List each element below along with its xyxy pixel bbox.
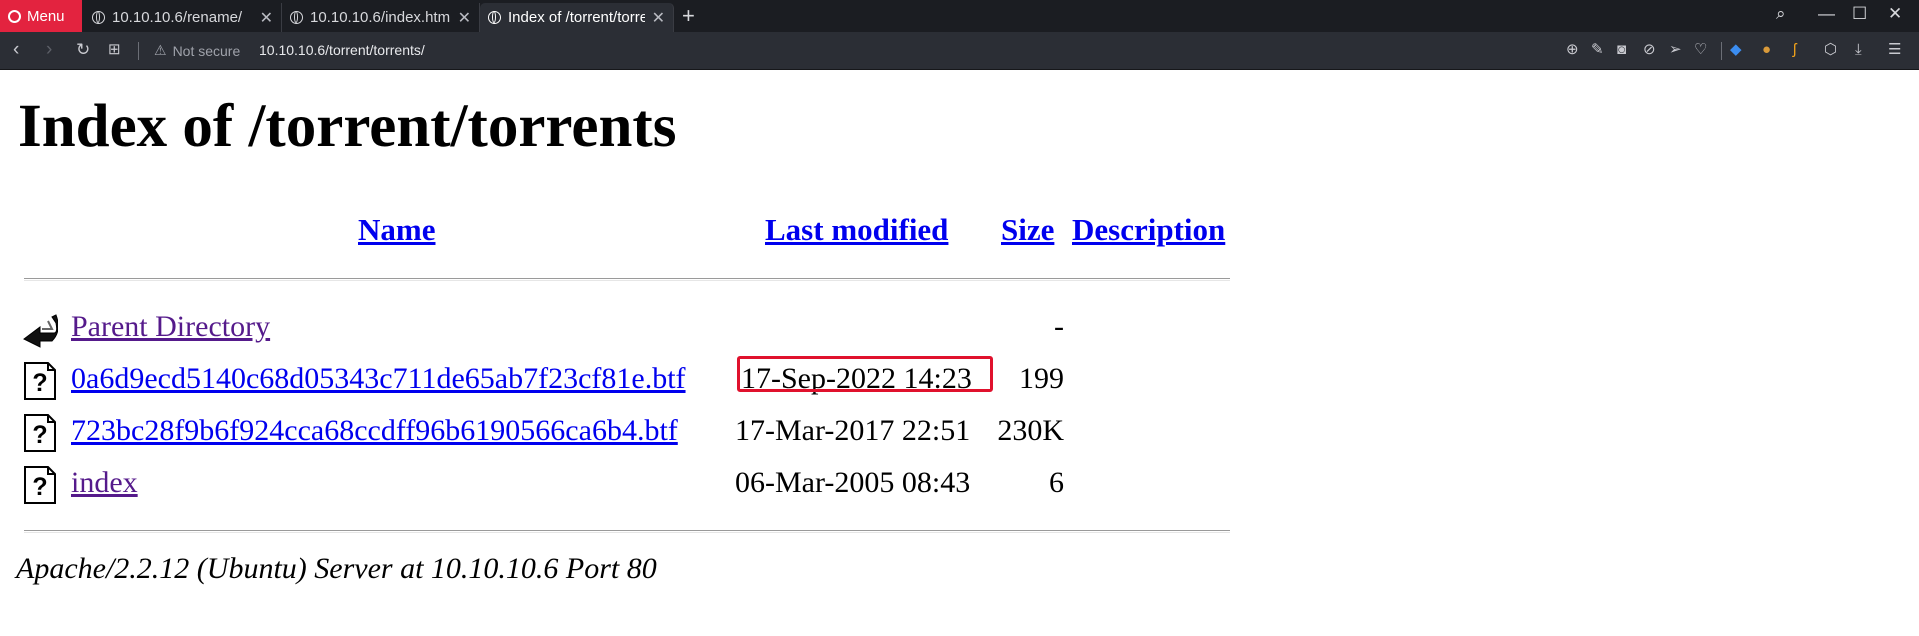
sort-by-description-link[interactable]: Description (1072, 212, 1225, 247)
unknown-file-icon: ? (24, 414, 56, 452)
highlight-annotation (737, 356, 993, 392)
separator (1721, 42, 1722, 60)
edit-icon[interactable]: ✎ (1591, 41, 1604, 59)
easy-setup-icon[interactable]: ☰ (1888, 41, 1901, 59)
file-size: 6 (1049, 466, 1064, 499)
maximize-icon[interactable]: ☐ (1852, 4, 1867, 24)
globe-icon (92, 11, 105, 24)
forward-icon[interactable]: › (46, 40, 52, 60)
back-icon[interactable]: ‹ (13, 40, 19, 60)
svg-text:?: ? (32, 421, 47, 449)
tab-grid-icon[interactable]: ⊞ (108, 40, 121, 60)
tab-title: Index of /torrent/torrents (508, 9, 645, 26)
unknown-file-icon: ? (24, 362, 56, 400)
tab-title: 10.10.10.6/index.html (310, 9, 451, 26)
file-link[interactable]: 0a6d9ecd5140c68d05343c711de65ab7f23cf81e… (71, 362, 686, 396)
opera-menu-button[interactable]: Menu (0, 0, 82, 32)
parent-directory-link[interactable]: Parent Directory (71, 310, 270, 344)
sort-by-name-link[interactable]: Name (358, 212, 435, 247)
file-date: 06-Mar-2005 08:43 (735, 466, 971, 499)
reload-icon[interactable]: ↻ (76, 40, 90, 60)
url-field[interactable]: 10.10.10.6/torrent/torrents/ (259, 42, 425, 58)
heart-icon[interactable]: ♡ (1694, 41, 1707, 59)
download-icon[interactable]: ⤓ (1855, 41, 1862, 59)
sort-by-date-link[interactable]: Last modified (765, 212, 948, 247)
address-bar: ‹ › ↻ ⊞ ⚠ Not secure 10.10.10.6/torrent/… (0, 32, 1919, 70)
send-icon[interactable]: ➢ (1669, 41, 1682, 59)
warning-icon: ⚠ (154, 42, 167, 58)
menu-label: Menu (27, 7, 65, 25)
cookie-icon[interactable]: ● (1762, 41, 1771, 59)
box-icon[interactable]: ⬡ (1824, 41, 1837, 59)
zoom-icon[interactable]: ⊕ (1566, 41, 1579, 59)
svg-text:?: ? (32, 369, 47, 397)
table-row: ? 0a6d9ecd5140c68d05343c711de65ab7f23cf8… (0, 356, 1919, 407)
file-date: 17-Mar-2017 22:51 (735, 414, 971, 447)
new-tab-button[interactable]: + (682, 3, 695, 29)
table-row: ? 723bc28f9b6f924cca68ccdff96b6190566ca6… (0, 413, 1919, 459)
column-header-description[interactable]: Description (1072, 212, 1225, 248)
security-indicator[interactable]: ⚠ Not secure (154, 42, 240, 59)
list-item-parent-directory: Parent Directory - (0, 309, 1919, 355)
separator (138, 42, 139, 60)
tab-rename[interactable]: 10.10.10.6/rename/ ✕ (84, 3, 282, 32)
close-window-icon[interactable]: ✕ (1888, 4, 1902, 24)
file-size: - (1054, 310, 1064, 343)
security-label: Not secure (172, 42, 241, 59)
close-icon[interactable]: ✕ (260, 8, 273, 28)
extension-icon[interactable]: ◆ (1730, 41, 1742, 59)
tab-torrents-active[interactable]: Index of /torrent/torrents ✕ (480, 3, 674, 32)
column-header-last-modified[interactable]: Last modified (765, 212, 948, 248)
server-signature: Apache/2.2.12 (Ubuntu) Server at 10.10.1… (16, 552, 657, 585)
file-size: 199 (1019, 362, 1064, 395)
close-icon[interactable]: ✕ (458, 8, 471, 28)
tab-index-html[interactable]: 10.10.10.6/index.html ✕ (282, 3, 480, 32)
close-icon[interactable]: ✕ (652, 8, 665, 28)
file-link[interactable]: index (71, 466, 138, 500)
divider (24, 278, 1230, 281)
tab-title: 10.10.10.6/rename/ (112, 9, 243, 26)
shield-icon[interactable]: ⊘ (1643, 41, 1656, 59)
column-header-size[interactable]: Size (1001, 212, 1054, 248)
divider (24, 530, 1230, 533)
page-content: Index of /torrent/torrents Name Last mod… (0, 70, 1919, 636)
sort-by-size-link[interactable]: Size (1001, 212, 1054, 247)
page-title: Index of /torrent/torrents (18, 93, 677, 160)
globe-icon (488, 11, 501, 24)
unknown-file-icon: ? (24, 466, 56, 504)
camera-icon[interactable]: ◙ (1617, 41, 1626, 59)
search-tabs-icon[interactable]: ⌕ (1776, 4, 1786, 24)
globe-icon (290, 11, 303, 24)
back-arrow-icon (23, 314, 58, 348)
column-header-name[interactable]: Name (358, 212, 435, 248)
file-link[interactable]: 723bc28f9b6f924cca68ccdff96b6190566ca6b4… (71, 414, 678, 448)
opera-logo-icon (8, 9, 21, 23)
tab-bar: Menu 10.10.10.6/rename/ ✕ 10.10.10.6/ind… (0, 0, 1919, 32)
hook-extension-icon[interactable]: ʃ (1793, 41, 1796, 59)
file-size: 230K (997, 414, 1064, 447)
minimize-icon[interactable]: — (1818, 4, 1835, 24)
table-row: ? index 06-Mar-2005 08:43 6 (0, 465, 1919, 511)
svg-text:?: ? (32, 473, 47, 501)
